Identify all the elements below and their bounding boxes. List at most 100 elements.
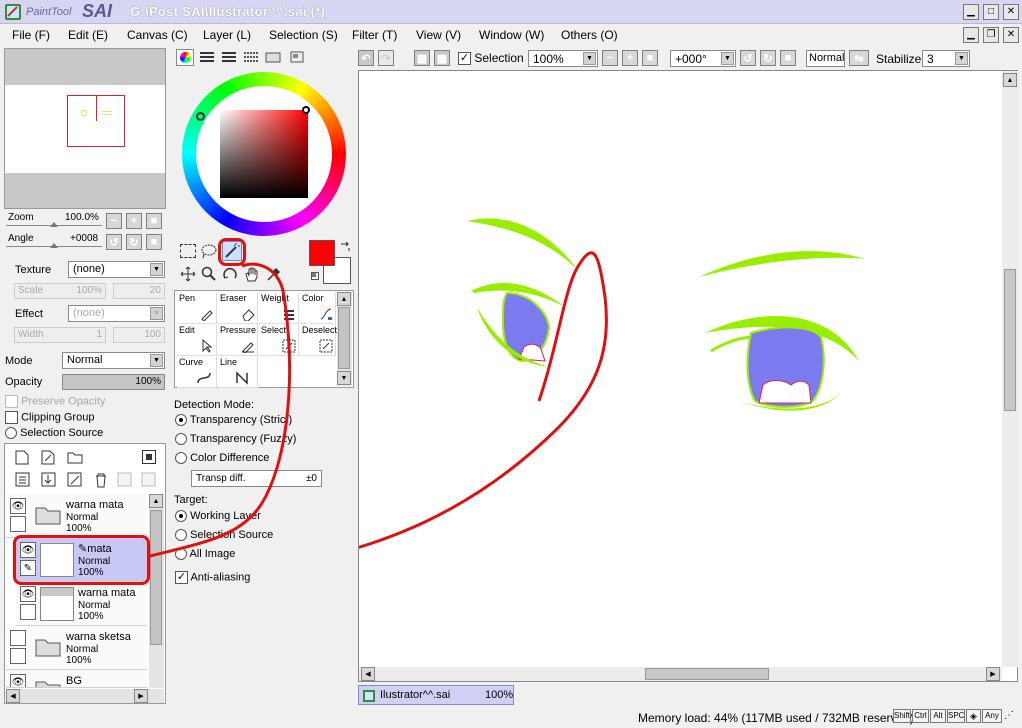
toolbar-rotate-reset-button[interactable]: ■ [780,50,796,66]
zoom-in-button[interactable]: + [126,213,142,229]
delete-layer-icon[interactable] [93,472,109,488]
invert-selection-button[interactable]: ▩ [434,50,450,66]
close-button[interactable]: ✕ [1003,4,1019,20]
menu-file[interactable]: File (F) [12,28,50,42]
canvas-hscrollbar[interactable]: ◀ ▶ [359,667,1002,681]
undo-button[interactable]: ↶ [358,50,374,66]
selection-toggle[interactable]: ✓ Selection [458,51,524,66]
hue-ring[interactable] [182,72,346,236]
tool-grid-scroll-thumb[interactable] [338,307,350,369]
layer-lock-toggle[interactable] [10,516,26,532]
canvas-vscroll-thumb[interactable] [1004,269,1016,411]
zoom-reset-button[interactable]: ■ [146,213,162,229]
redo-button[interactable]: ↷ [378,50,394,66]
scroll-left-button[interactable]: ◀ [361,667,375,681]
visibility-toggle[interactable]: 👁 [10,498,26,514]
anti-aliasing-checkbox[interactable]: ✓ [175,571,188,584]
scroll-up-button[interactable]: ▲ [1003,73,1017,87]
doc-close-button[interactable]: ✕ [1003,27,1019,43]
new-folder-icon[interactable] [67,450,83,464]
zoom-slider-handle[interactable] [50,222,58,227]
palette-tab[interactable] [288,49,306,66]
menu-canvas[interactable]: Canvas (C) [127,28,188,42]
navigator-preview[interactable] [4,48,166,209]
new-layer-icon[interactable] [15,450,29,465]
flip-view-button[interactable]: ⇋ [849,50,869,66]
rotate-left-button[interactable]: ↺ [106,234,122,250]
layer-lock-toggle[interactable] [10,648,26,664]
swap-colors-icon[interactable] [339,240,351,252]
merge-down-icon[interactable] [41,472,57,488]
layer-option-icon[interactable] [117,472,133,488]
anti-aliasing-option[interactable]: ✓ Anti-aliasing [175,571,250,584]
width-slider[interactable]: Width 1 [14,327,106,343]
scroll-right-button[interactable]: ▶ [134,689,148,703]
maximize-button[interactable]: □ [983,4,999,20]
primary-color-swatch-front[interactable] [309,240,335,266]
resize-grip-icon[interactable]: ⋰ [1004,710,1018,724]
menu-others[interactable]: Others (O) [561,28,618,42]
rgb-slider-tab[interactable] [198,49,216,66]
scale-slider[interactable]: Scale 100% [14,283,106,299]
swatches-tab[interactable] [242,49,260,66]
zoom-out-button[interactable]: − [106,213,122,229]
view-blend-mode[interactable]: Normal [806,50,845,67]
color-wheel-tab[interactable] [176,49,194,66]
clipping-group-checkbox[interactable] [5,411,18,424]
stabilizer-dropdown[interactable]: 3 ▼ [922,50,970,67]
scroll-down-button[interactable]: ▼ [337,371,351,385]
layer-row-bg[interactable]: 👁 BG [6,670,147,688]
menu-window[interactable]: Window (W) [479,28,544,42]
toolbar-zoom-in-button[interactable]: + [622,50,638,66]
angle-dropdown[interactable]: +000° ▼ [670,50,736,67]
layer-row-warna-mata-2[interactable]: 👁 warna mata Normal 100% [16,582,147,626]
menu-edit[interactable]: Edit (E) [68,28,108,42]
canvas-drawing[interactable] [359,71,1001,667]
toolbar-zoom-reset-button[interactable]: ■ [642,50,658,66]
canvas-hscroll-thumb[interactable] [645,668,769,680]
minimize-button[interactable]: ▁ [963,4,979,20]
selection-source-option[interactable]: Selection Source [5,427,103,440]
layer-lock-toggle[interactable] [20,604,36,620]
doc-restore-button[interactable]: ❐ [983,27,999,43]
canvas-area[interactable]: ▲ ◀ ▶ [358,70,1018,682]
default-colors-icon[interactable] [311,272,319,280]
selection-checkbox[interactable]: ✓ [458,52,471,66]
visibility-toggle[interactable]: 👁 [10,674,26,687]
toolbar-rotate-left-button[interactable]: ↺ [740,50,756,66]
angle-slider-handle[interactable] [50,243,58,248]
saturation-value-square[interactable] [220,110,308,198]
rotate-right-button[interactable]: ↻ [126,234,142,250]
menu-filter[interactable]: Filter (T) [352,28,397,42]
selection-source-radio[interactable] [5,427,17,440]
deselect-button[interactable]: ▦ [414,50,430,66]
new-linework-layer-icon[interactable] [41,450,55,465]
scroll-right-button[interactable]: ▶ [986,667,1000,681]
scroll-left-button[interactable]: ◀ [6,689,20,703]
canvas-vscrollbar[interactable]: ▲ [1002,71,1018,667]
preserve-opacity-option[interactable]: Preserve Opacity [5,395,105,408]
transfer-down-icon[interactable] [15,472,31,488]
clipping-group-option[interactable]: Clipping Group [5,411,94,424]
canvas-tab[interactable]: Ilustrator^^.sai 100% [358,685,514,705]
scratchpad-tab[interactable] [264,49,282,66]
zoom-dropdown[interactable]: 100% ▼ [528,50,598,67]
menu-view[interactable]: View (V) [416,28,461,42]
layer-row-warna-sketsa[interactable]: warna sketsa Normal 100% [6,626,147,670]
preserve-opacity-checkbox[interactable] [5,395,18,408]
hsv-slider-tab[interactable] [220,49,238,66]
menu-selection[interactable]: Selection (S) [269,28,338,42]
visibility-toggle[interactable]: 👁 [20,586,36,602]
clear-layer-icon[interactable] [67,472,83,488]
tool-grid-scrollbar[interactable]: ▲ ▼ [337,292,352,386]
layer-row-warna-mata[interactable]: 👁 warna mata Normal 100% [6,494,147,538]
visibility-toggle[interactable] [10,630,26,646]
scroll-up-button[interactable]: ▲ [337,292,351,306]
layer-hscrollbar[interactable]: ◀ ▶ [6,689,164,703]
menu-layer[interactable]: Layer (L) [203,28,251,42]
toolbar-zoom-out-button[interactable]: − [602,50,618,66]
doc-minimize-button[interactable]: ▁ [963,27,979,43]
hue-cursor[interactable] [196,112,205,121]
rotate-reset-button[interactable]: ■ [146,234,162,250]
sv-cursor[interactable] [302,106,310,114]
